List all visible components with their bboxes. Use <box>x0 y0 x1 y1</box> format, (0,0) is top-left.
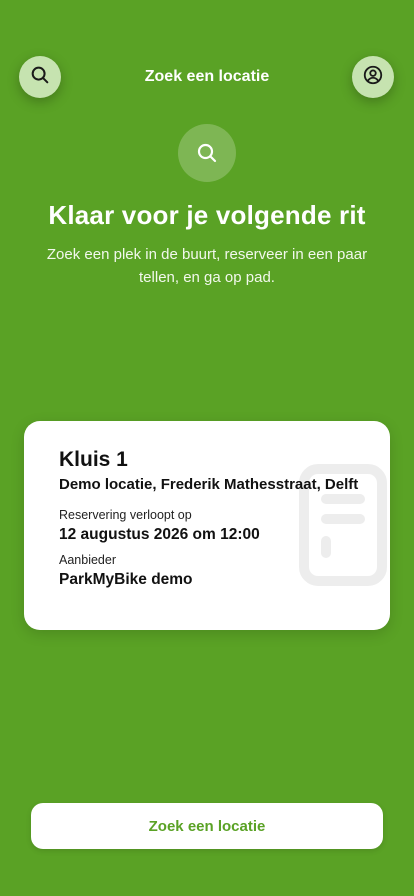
expires-label: Reservering verloopt op <box>59 508 192 522</box>
reservation-card[interactable]: Kluis 1 Demo locatie, Frederik Mathesstr… <box>24 421 390 630</box>
profile-button[interactable] <box>352 56 394 98</box>
reservation-details: Kluis 1 Demo locatie, Frederik Mathesstr… <box>59 447 359 591</box>
hero-title: Klaar voor je volgende rit <box>48 200 366 230</box>
provider-label: Aanbieder <box>59 553 116 567</box>
find-location-button[interactable]: Zoek een locatie <box>31 803 383 849</box>
hero-subtitle: Zoek een plek in de buurt, reserveer in … <box>46 246 368 286</box>
expires-value: 12 augustus 2026 om 12:00 <box>59 526 260 543</box>
find-location-button-label: Zoek een locatie <box>148 817 266 835</box>
location-address: Demo locatie, Frederik Mathesstraat, Del… <box>59 476 359 493</box>
hero-search-icon <box>178 124 236 182</box>
user-circle-icon <box>362 64 384 91</box>
locker-name: Kluis 1 <box>59 448 128 471</box>
provider-value: ParkMyBike demo <box>59 571 193 588</box>
